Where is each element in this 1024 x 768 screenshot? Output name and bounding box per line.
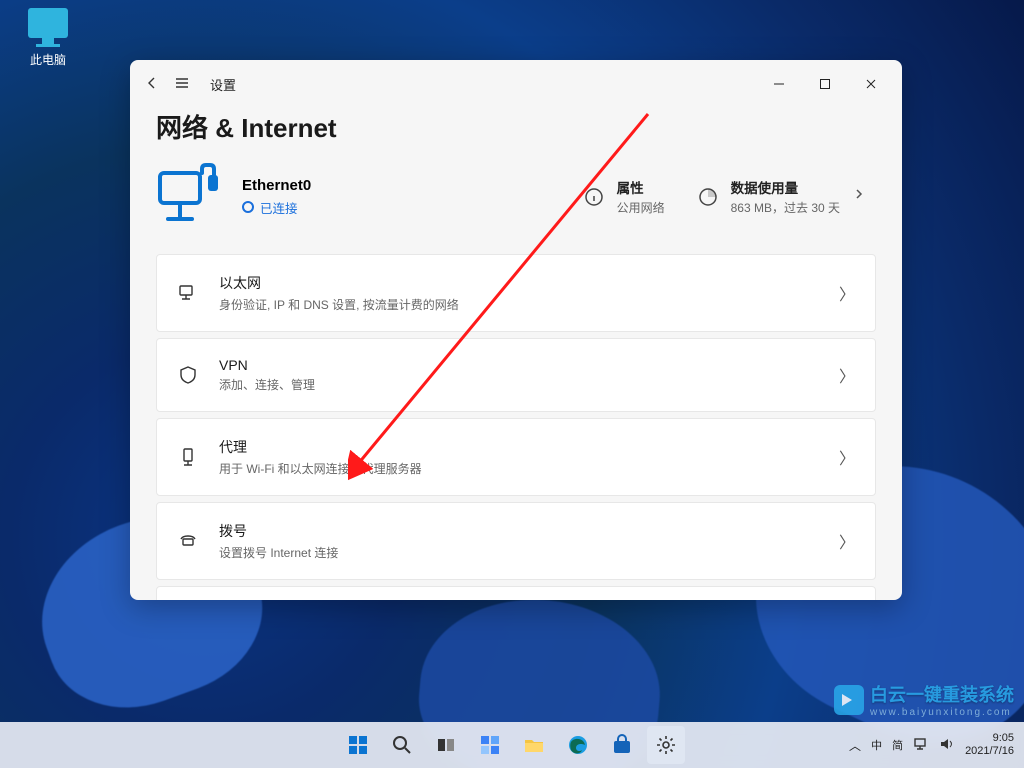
chevron-right-icon: 〉 bbox=[839, 529, 855, 553]
taskbar: ︿ 中 简 9:05 2021/7/16 bbox=[0, 722, 1024, 768]
data-usage-subtitle: 863 MB，过去 30 天 bbox=[731, 199, 840, 216]
watermark-icon bbox=[834, 685, 864, 715]
window-title: 设置 bbox=[210, 75, 236, 94]
settings-list: 以太网 身份验证, IP 和 DNS 设置, 按流量计费的网络 〉 VPN 添加… bbox=[156, 254, 876, 600]
connection-name: Ethernet0 bbox=[242, 177, 402, 194]
edge-button[interactable] bbox=[559, 726, 597, 764]
item-subtitle: 用于 Wi-Fi 和以太网连接的代理服务器 bbox=[219, 460, 422, 477]
chevron-right-icon: 〉 bbox=[839, 363, 855, 387]
back-button[interactable] bbox=[144, 75, 160, 94]
info-icon bbox=[583, 186, 605, 208]
task-view-button[interactable] bbox=[427, 726, 465, 764]
chevron-right-icon: 〉 bbox=[839, 281, 855, 305]
item-title: 拨号 bbox=[219, 521, 338, 541]
properties-title: 属性 bbox=[617, 177, 665, 197]
desktop-icon-this-pc[interactable]: 此电脑 bbox=[12, 4, 84, 68]
clock-time: 9:05 bbox=[965, 732, 1014, 745]
ime-language[interactable]: 中 bbox=[871, 737, 882, 753]
connection-status: 已连接 bbox=[260, 198, 298, 217]
item-title: 以太网 bbox=[219, 273, 459, 293]
item-ethernet[interactable]: 以太网 身份验证, IP 和 DNS 设置, 按流量计费的网络 〉 bbox=[156, 254, 876, 332]
data-usage-title: 数据使用量 bbox=[731, 177, 840, 197]
proxy-icon bbox=[177, 447, 199, 467]
close-button[interactable] bbox=[848, 64, 894, 104]
globe-icon bbox=[242, 201, 254, 213]
dialup-icon bbox=[177, 531, 199, 551]
widgets-button[interactable] bbox=[471, 726, 509, 764]
item-advanced[interactable]: 高级网络设置 bbox=[156, 586, 876, 600]
volume-tray-icon[interactable] bbox=[939, 736, 955, 755]
store-button[interactable] bbox=[603, 726, 641, 764]
properties-chip[interactable]: 属性 公用网络 bbox=[583, 177, 675, 216]
item-title: 代理 bbox=[219, 437, 422, 457]
item-dialup[interactable]: 拨号 设置拨号 Internet 连接 〉 bbox=[156, 502, 876, 580]
desktop: 此电脑 设置 bbox=[0, 0, 1024, 768]
watermark-line2: www.baiyunxitong.com bbox=[870, 707, 1014, 718]
chevron-right-icon: 〉 bbox=[839, 445, 855, 469]
clock-date: 2021/7/16 bbox=[965, 745, 1014, 758]
page-title: 网络 & Internet bbox=[156, 108, 876, 145]
data-usage-icon bbox=[697, 186, 719, 208]
ime-layout[interactable]: 简 bbox=[892, 737, 903, 753]
settings-taskbar-button[interactable] bbox=[647, 726, 685, 764]
desktop-icon-label: 此电脑 bbox=[12, 51, 84, 68]
shield-icon bbox=[177, 365, 199, 385]
properties-subtitle: 公用网络 bbox=[617, 199, 665, 216]
item-proxy[interactable]: 代理 用于 Wi-Fi 和以太网连接的代理服务器 〉 bbox=[156, 418, 876, 496]
maximize-button[interactable] bbox=[802, 64, 848, 104]
network-tray-icon[interactable] bbox=[913, 736, 929, 755]
ethernet-icon bbox=[177, 283, 199, 303]
network-computer-icon bbox=[156, 163, 220, 230]
settings-page: 网络 & Internet Ethernet0 已连接 bbox=[130, 108, 902, 600]
connection-block: Ethernet0 已连接 bbox=[242, 177, 402, 217]
watermark-line1: 白云一键重装系统 bbox=[870, 681, 1014, 707]
titlebar: 设置 bbox=[130, 60, 902, 108]
chevron-right-icon bbox=[852, 187, 866, 206]
start-button[interactable] bbox=[339, 726, 377, 764]
item-subtitle: 设置拨号 Internet 连接 bbox=[219, 544, 338, 561]
taskbar-clock[interactable]: 9:05 2021/7/16 bbox=[965, 732, 1014, 758]
item-title: VPN bbox=[219, 357, 315, 373]
settings-window: 设置 网络 & Internet bbox=[130, 60, 902, 600]
item-subtitle: 添加、连接、管理 bbox=[219, 376, 315, 393]
network-status-row: Ethernet0 已连接 属性 公用网络 bbox=[156, 163, 876, 230]
minimize-button[interactable] bbox=[756, 64, 802, 104]
data-usage-chip[interactable]: 数据使用量 863 MB，过去 30 天 bbox=[697, 177, 876, 216]
item-subtitle: 身份验证, IP 和 DNS 设置, 按流量计费的网络 bbox=[219, 296, 459, 313]
tray-chevron-icon[interactable]: ︿ bbox=[849, 737, 861, 754]
menu-button[interactable] bbox=[174, 75, 190, 94]
item-vpn[interactable]: VPN 添加、连接、管理 〉 bbox=[156, 338, 876, 412]
search-button[interactable] bbox=[383, 726, 421, 764]
explorer-button[interactable] bbox=[515, 726, 553, 764]
watermark: 白云一键重装系统 www.baiyunxitong.com bbox=[834, 681, 1014, 718]
